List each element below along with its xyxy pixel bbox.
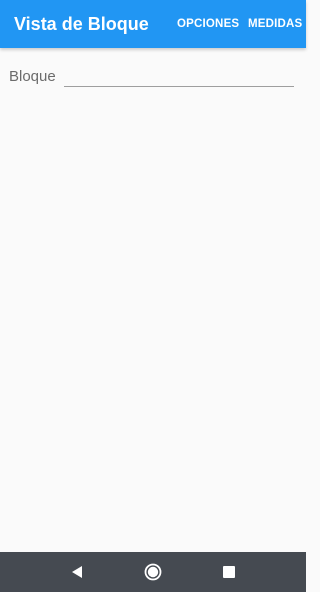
system-navigation-bar — [0, 552, 306, 592]
page-title: Vista de Bloque — [14, 14, 149, 34]
bloque-form-row: Bloque — [0, 48, 306, 96]
bloque-label: Bloque — [9, 68, 56, 85]
app-bar: Vista de Bloque OPCIONES MEDIDAS — [0, 0, 306, 48]
back-triangle-icon — [72, 566, 82, 578]
recents-square-icon — [223, 566, 235, 578]
home-button[interactable] — [141, 560, 165, 584]
medidas-button[interactable]: MEDIDAS — [248, 17, 302, 31]
recents-button[interactable] — [217, 560, 241, 584]
app-screen: Vista de Bloque OPCIONES MEDIDAS Bloque — [0, 0, 306, 592]
bloque-input[interactable] — [64, 66, 294, 87]
opciones-button[interactable]: OPCIONES — [177, 17, 239, 31]
home-circle-icon — [144, 563, 162, 581]
back-button[interactable] — [65, 560, 89, 584]
